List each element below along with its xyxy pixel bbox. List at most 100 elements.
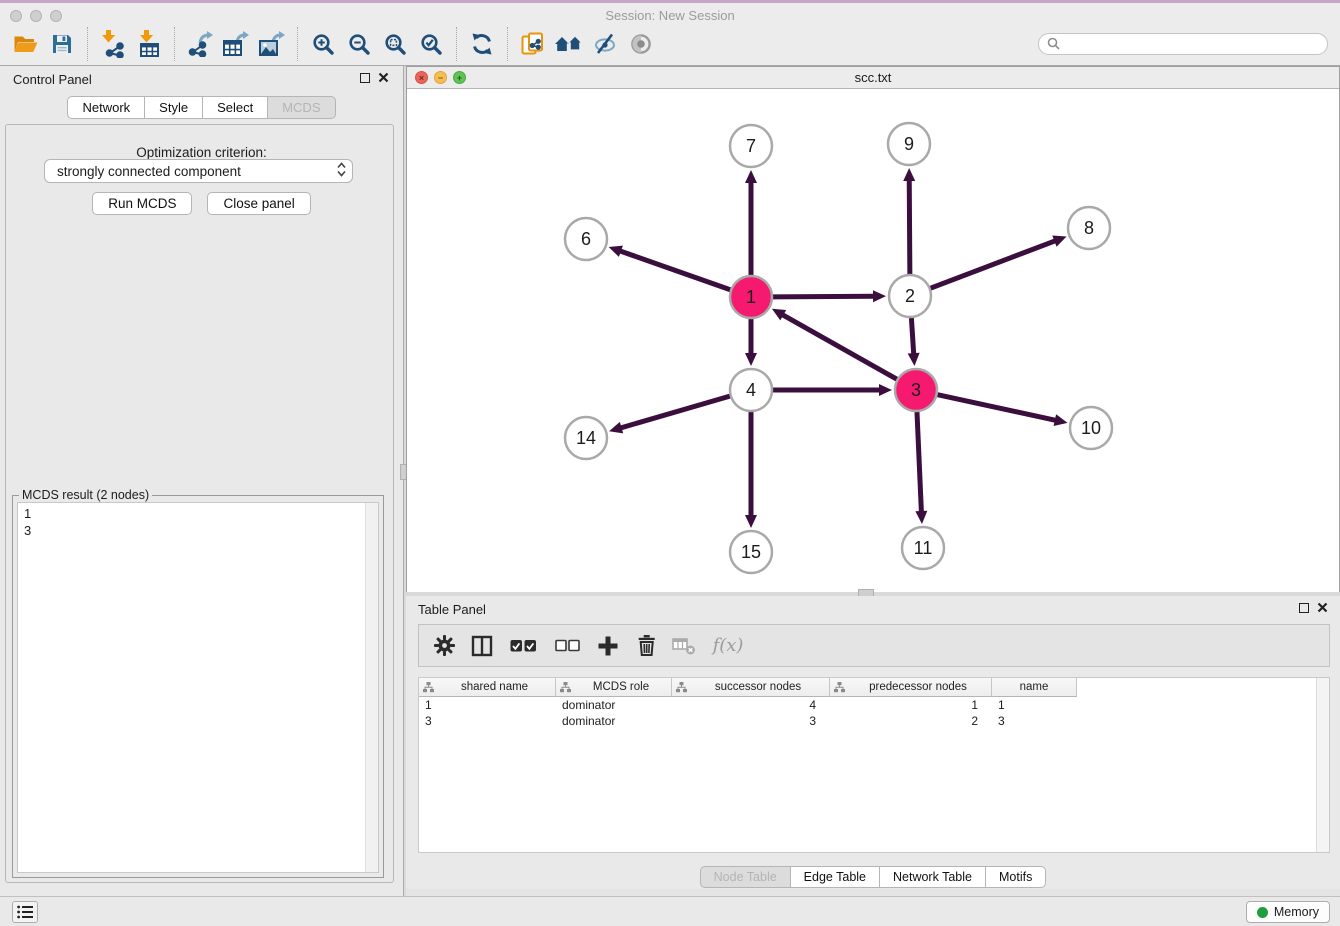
run-mcds-button[interactable]: Run MCDS: [92, 192, 192, 215]
graph-edge-3-11[interactable]: [917, 412, 921, 513]
close-panel-button[interactable]: Close panel: [207, 192, 310, 215]
tab-select[interactable]: Select: [202, 96, 268, 119]
cell-shared-name[interactable]: 1: [419, 698, 556, 712]
dropdown-stepper-icon: [337, 162, 346, 180]
import-network-icon[interactable]: [95, 25, 131, 63]
close-panel-icon[interactable]: [378, 72, 389, 83]
graph-edge-2-3[interactable]: [911, 318, 913, 355]
float-panel-icon[interactable]: [360, 73, 370, 83]
select-all-boxes-icon[interactable]: [503, 629, 543, 663]
graph-edge-1-6[interactable]: [619, 251, 730, 290]
optimization-criterion-label: Optimization criterion:: [0, 145, 403, 160]
graph-edge-arrowhead: [609, 246, 623, 257]
graph-edge-arrowhead: [879, 384, 892, 396]
tab-node-table[interactable]: Node Table: [700, 866, 791, 888]
tab-network-table[interactable]: Network Table: [879, 866, 986, 888]
tree-icon: [423, 682, 434, 693]
zoom-out-icon[interactable]: [341, 25, 377, 63]
open-file-icon[interactable]: [8, 25, 44, 63]
tab-network[interactable]: Network: [67, 96, 145, 119]
clear-selection-boxes-icon[interactable]: [547, 629, 587, 663]
table-row[interactable]: 1 dominator 4 1 1: [419, 697, 1329, 713]
cell-name[interactable]: 1: [992, 698, 1077, 712]
tab-style[interactable]: Style: [144, 96, 203, 119]
close-panel-icon[interactable]: [1317, 602, 1328, 613]
column-header-name[interactable]: name: [992, 678, 1077, 697]
toolbar-separator: [297, 27, 298, 61]
search-box[interactable]: [1038, 33, 1328, 55]
delete-table-icon[interactable]: [667, 629, 701, 663]
graph-node-label: 4: [746, 380, 756, 400]
cell-shared-name[interactable]: 3: [419, 714, 556, 728]
delete-column-trash-icon[interactable]: [629, 629, 663, 663]
network-view-window: × − + scc.txt 7968124314101511: [406, 66, 1340, 592]
table-columns-icon[interactable]: [465, 629, 499, 663]
export-image-icon[interactable]: [254, 25, 290, 63]
refresh-layout-icon[interactable]: [464, 25, 500, 63]
hide-graphics-eye-slash-icon[interactable]: [587, 25, 623, 63]
graph-edge-2-9[interactable]: [909, 179, 910, 274]
tree-icon: [676, 682, 687, 693]
memory-button[interactable]: Memory: [1246, 901, 1330, 923]
control-panel-title: Control Panel: [13, 72, 92, 87]
graph-node-label: 3: [911, 380, 921, 400]
result-scrollbar[interactable]: [365, 503, 378, 872]
network-canvas[interactable]: 7968124314101511: [407, 89, 1339, 592]
zoom-selected-icon[interactable]: [413, 25, 449, 63]
table-row[interactable]: 3 dominator 3 2 3: [419, 713, 1329, 729]
list-icon: [17, 905, 33, 919]
table-toolbar: f(x): [418, 624, 1330, 667]
cell-mcds-role[interactable]: dominator: [556, 714, 672, 728]
cell-successor-nodes[interactable]: 4: [672, 698, 830, 712]
column-header-shared-name[interactable]: shared name: [419, 678, 556, 697]
settings-gear-icon[interactable]: [427, 629, 461, 663]
graph-edge-arrowhead: [609, 422, 623, 434]
add-column-icon[interactable]: [591, 629, 625, 663]
cell-predecessor-nodes[interactable]: 1: [830, 698, 992, 712]
tab-motifs[interactable]: Motifs: [985, 866, 1046, 888]
mcds-result-line: 1: [24, 505, 372, 522]
column-header-successor-nodes[interactable]: successor nodes: [672, 678, 830, 697]
table-scrollbar[interactable]: [1316, 678, 1329, 852]
column-header-predecessor-nodes[interactable]: predecessor nodes: [830, 678, 992, 697]
save-session-icon[interactable]: [44, 25, 80, 63]
graph-edge-1-2[interactable]: [773, 296, 875, 297]
float-panel-icon[interactable]: [1299, 603, 1309, 613]
tab-mcds[interactable]: MCDS: [267, 96, 335, 119]
search-icon: [1047, 37, 1060, 50]
graph-node-label: 2: [905, 286, 915, 306]
tree-icon: [834, 682, 845, 693]
import-table-icon[interactable]: [131, 25, 167, 63]
status-bar: Memory: [0, 896, 1340, 926]
graph-edge-4-14[interactable]: [620, 396, 730, 428]
tab-edge-table[interactable]: Edge Table: [790, 866, 880, 888]
zoom-fit-icon[interactable]: [377, 25, 413, 63]
function-builder-icon[interactable]: f(x): [705, 629, 751, 663]
mcds-result-group: MCDS result (2 nodes) 1 3: [12, 495, 384, 878]
graph-edge-3-1[interactable]: [781, 314, 896, 379]
network-graph[interactable]: 7968124314101511: [407, 89, 1339, 592]
clone-network-icon[interactable]: [515, 25, 551, 63]
criterion-dropdown[interactable]: strongly connected component: [44, 159, 353, 183]
zoom-in-icon[interactable]: [305, 25, 341, 63]
graph-node-label: 8: [1084, 218, 1094, 238]
cell-predecessor-nodes[interactable]: 2: [830, 714, 992, 728]
birds-eye-icon[interactable]: [623, 25, 659, 63]
graph-edge-arrowhead: [1054, 414, 1068, 426]
search-input[interactable]: [1066, 37, 1319, 51]
table-panel-tabs: Node Table Edge Table Network Table Moti…: [406, 866, 1340, 888]
export-network-icon[interactable]: [182, 25, 218, 63]
mcds-result-textarea[interactable]: 1 3: [17, 502, 379, 873]
task-history-button[interactable]: [12, 901, 38, 923]
column-header-mcds-role[interactable]: MCDS role: [556, 678, 672, 697]
graph-edge-3-10[interactable]: [937, 395, 1056, 421]
export-table-icon[interactable]: [218, 25, 254, 63]
graph-node-label: 14: [576, 428, 596, 448]
cell-mcds-role[interactable]: dominator: [556, 698, 672, 712]
graph-edge-2-8[interactable]: [931, 240, 1057, 288]
cell-successor-nodes[interactable]: 3: [672, 714, 830, 728]
houses-icon[interactable]: [551, 25, 587, 63]
control-panel-header: Control Panel: [0, 66, 403, 92]
graph-edge-arrowhead: [1052, 236, 1066, 247]
cell-name[interactable]: 3: [992, 714, 1077, 728]
